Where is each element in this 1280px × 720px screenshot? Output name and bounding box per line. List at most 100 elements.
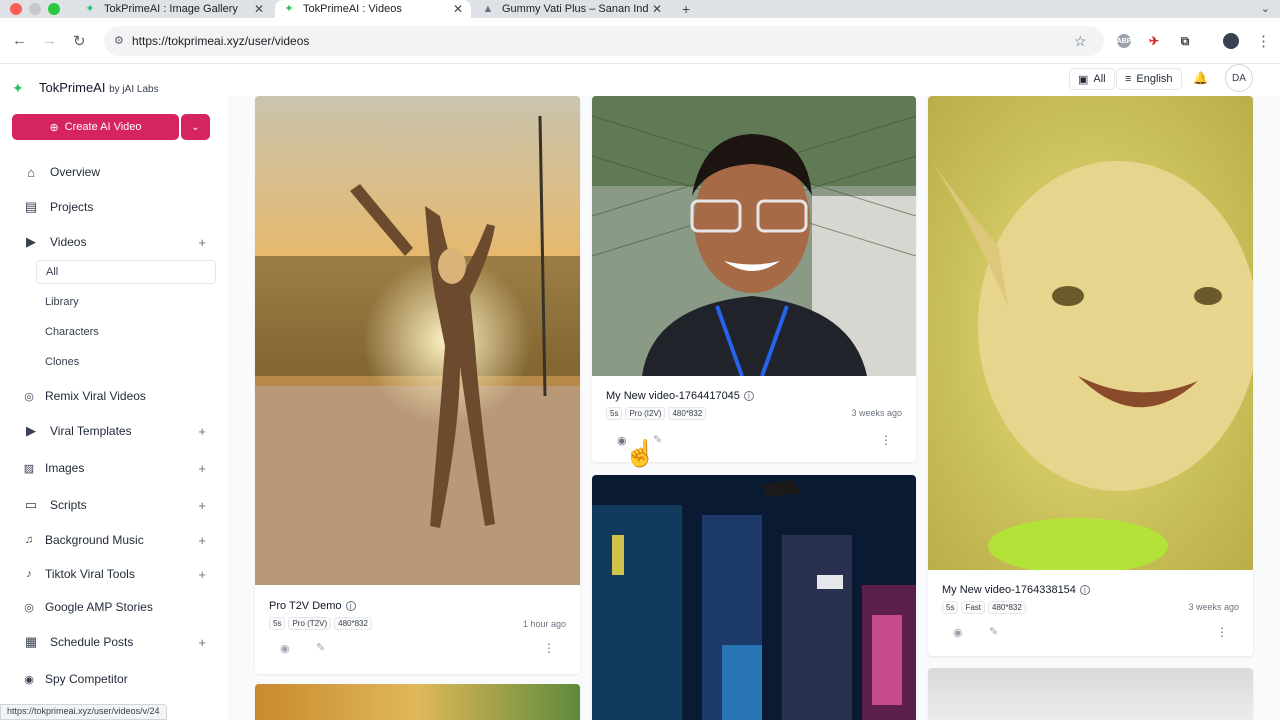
video-card[interactable]: My New video-1764417045 i 5s Pro (I2V) 4… bbox=[592, 96, 916, 462]
sidebar-item-videos[interactable]: ▶ Videos + bbox=[22, 232, 218, 252]
sidebar-item-viral-templates[interactable]: ▶ Viral Templates + bbox=[22, 421, 218, 441]
tiktok-icon: ♪ bbox=[26, 568, 32, 580]
video-card[interactable] bbox=[928, 668, 1253, 720]
video-card[interactable] bbox=[255, 684, 580, 720]
add-template-plus-icon[interactable]: + bbox=[198, 424, 206, 439]
edit-pencil-icon[interactable]: ✎ bbox=[316, 641, 325, 654]
reload-icon[interactable]: ↻ bbox=[73, 32, 86, 50]
sidebar-item-tiktok-viral-tools[interactable]: ♪ Tiktok Viral Tools + bbox=[22, 564, 218, 584]
add-music-plus-icon[interactable]: + bbox=[198, 533, 206, 548]
sidebar-item-overview[interactable]: ⌂ Overview bbox=[22, 162, 218, 182]
site-settings-icon[interactable]: ⚙ bbox=[114, 34, 124, 47]
url-text: https://tokprimeai.xyz/user/videos bbox=[132, 34, 310, 48]
video-age: 1 hour ago bbox=[522, 619, 566, 629]
user-avatar[interactable]: DA bbox=[1225, 64, 1253, 92]
view-eye-icon[interactable]: ◉ bbox=[953, 626, 963, 639]
browser-tab-gummy-vati[interactable]: ▲ Gummy Vati Plus – Sanan Ind ✕ bbox=[474, 0, 670, 18]
video-thumbnail[interactable] bbox=[928, 668, 1253, 720]
sidebar-item-google-amp-stories[interactable]: ◎ Google AMP Stories bbox=[22, 597, 218, 617]
more-options-icon[interactable]: ⋮ bbox=[1216, 625, 1228, 639]
video-age: 3 weeks ago bbox=[851, 408, 902, 418]
brand-name[interactable]: TokPrimeAI by jAI Labs bbox=[39, 80, 159, 95]
address-bar[interactable]: ⚙ https://tokprimeai.xyz/user/videos bbox=[104, 26, 1104, 56]
duration-tag: 5s bbox=[606, 407, 623, 420]
video-card[interactable] bbox=[592, 475, 916, 720]
add-image-plus-icon[interactable]: + bbox=[198, 461, 206, 476]
profile-avatar-icon[interactable] bbox=[1223, 33, 1239, 49]
back-arrow-icon[interactable]: ← bbox=[12, 32, 27, 49]
selfie-thumbnail-image bbox=[592, 96, 916, 376]
browser-menu-icon[interactable]: ⋮ bbox=[1256, 32, 1271, 50]
more-options-icon[interactable]: ⋮ bbox=[880, 433, 892, 447]
close-tab-icon[interactable]: ✕ bbox=[453, 2, 463, 16]
pin-extension-icon[interactable]: ✈ bbox=[1147, 34, 1161, 48]
sidebar-item-images[interactable]: ▨ Images + bbox=[22, 458, 218, 478]
add-script-plus-icon[interactable]: + bbox=[198, 498, 206, 513]
filter-all-button[interactable]: ▣ All bbox=[1069, 68, 1115, 90]
video-thumbnail[interactable] bbox=[592, 96, 916, 376]
elf-baby-thumbnail-image bbox=[928, 96, 1253, 570]
dancer-thumbnail-image bbox=[255, 96, 580, 585]
view-eye-icon[interactable]: ◉ bbox=[280, 642, 290, 655]
tokprime-favicon-icon: ✦ bbox=[85, 3, 95, 15]
sidebar-item-projects[interactable]: ▤ Projects bbox=[22, 197, 218, 217]
info-icon[interactable]: i bbox=[1079, 585, 1090, 595]
sidebar-item-schedule-posts[interactable]: ▦ Schedule Posts + bbox=[22, 632, 218, 652]
play-icon: ▶ bbox=[26, 423, 36, 438]
sidebar-item-scripts[interactable]: ▭ Scripts + bbox=[22, 495, 218, 515]
video-title[interactable]: My New video-1764338154 i bbox=[942, 584, 1090, 596]
extensions-puzzle-icon[interactable]: ⧉ bbox=[1178, 34, 1192, 48]
edit-pencil-icon[interactable]: ✎ bbox=[989, 625, 998, 638]
minimize-window-button[interactable] bbox=[29, 3, 41, 15]
videos-sub-library[interactable]: Library bbox=[36, 290, 216, 314]
window-controls bbox=[10, 3, 60, 15]
browser-tab-image-gallery[interactable]: ✦ TokPrimeAI : Image Gallery ✕ bbox=[76, 0, 272, 18]
add-schedule-plus-icon[interactable]: + bbox=[198, 635, 206, 650]
sidebar-item-background-music[interactable]: ♫ Background Music + bbox=[22, 530, 218, 550]
video-title[interactable]: Pro T2V Demo i bbox=[269, 600, 356, 612]
create-options-dropdown-button[interactable]: ⌄ bbox=[181, 114, 210, 140]
video-card[interactable]: Pro T2V Demo i 5s Pro (T2V) 480*832 1 ho… bbox=[255, 96, 580, 674]
video-tags: 5s Pro (T2V) 480*832 bbox=[269, 617, 372, 630]
site-favicon-icon: ▲ bbox=[482, 3, 494, 15]
videos-sub-clones[interactable]: Clones bbox=[36, 350, 216, 374]
bookmark-star-icon[interactable]: ☆ bbox=[1074, 33, 1087, 50]
add-video-plus-icon[interactable]: + bbox=[198, 235, 206, 250]
add-tool-plus-icon[interactable]: + bbox=[198, 567, 206, 582]
plus-circle-icon: ⊕ bbox=[49, 121, 59, 134]
document-icon: ▭ bbox=[24, 497, 38, 512]
close-window-button[interactable] bbox=[10, 3, 22, 15]
model-tag: Fast bbox=[961, 601, 986, 614]
notification-bell-icon[interactable]: 🔔 bbox=[1193, 71, 1208, 85]
play-icon: ▶ bbox=[26, 234, 36, 249]
new-tab-icon[interactable]: + bbox=[682, 1, 690, 17]
video-thumbnail[interactable] bbox=[255, 96, 580, 585]
forward-arrow-icon[interactable]: → bbox=[42, 32, 57, 49]
more-options-icon[interactable]: ⋮ bbox=[543, 641, 555, 655]
video-title[interactable]: My New video-1764417045 i bbox=[606, 390, 754, 402]
duration-tag: 5s bbox=[269, 617, 286, 630]
video-thumbnail[interactable] bbox=[255, 684, 580, 720]
close-tab-icon[interactable]: ✕ bbox=[254, 2, 264, 16]
info-icon[interactable]: i bbox=[743, 391, 754, 401]
tab-search-chevron-icon[interactable]: ⌄ bbox=[1261, 2, 1270, 15]
video-card[interactable]: My New video-1764338154 i 5s Fast 480*83… bbox=[928, 96, 1253, 656]
browser-tab-videos[interactable]: ✦ TokPrimeAI : Videos ✕ bbox=[275, 0, 471, 18]
adblock-extension-icon[interactable]: ABP bbox=[1117, 34, 1131, 48]
calendar-icon: ▦ bbox=[24, 634, 38, 649]
eye-icon: ◉ bbox=[24, 673, 34, 686]
video-gallery: Pro T2V Demo i 5s Pro (T2V) 480*832 1 ho… bbox=[228, 96, 1280, 720]
close-tab-icon[interactable]: ✕ bbox=[652, 2, 662, 16]
video-thumbnail[interactable] bbox=[928, 96, 1253, 570]
maximize-window-button[interactable] bbox=[48, 3, 60, 15]
model-tag: Pro (T2V) bbox=[288, 617, 332, 630]
videos-sub-all[interactable]: All bbox=[36, 260, 216, 284]
info-icon[interactable]: i bbox=[345, 601, 356, 611]
create-ai-video-button[interactable]: ⊕ Create AI Video bbox=[12, 114, 179, 140]
sidebar-item-spy-competitor[interactable]: ◉ Spy Competitor bbox=[22, 669, 218, 689]
video-thumbnail[interactable] bbox=[592, 475, 916, 720]
link-status-bar: https://tokprimeai.xyz/user/videos/v/24 bbox=[0, 704, 167, 720]
language-select[interactable]: ≡ English bbox=[1116, 68, 1182, 90]
videos-sub-characters[interactable]: Characters bbox=[36, 320, 216, 344]
sidebar-item-remix-viral-videos[interactable]: ◎ Remix Viral Videos bbox=[22, 386, 218, 406]
